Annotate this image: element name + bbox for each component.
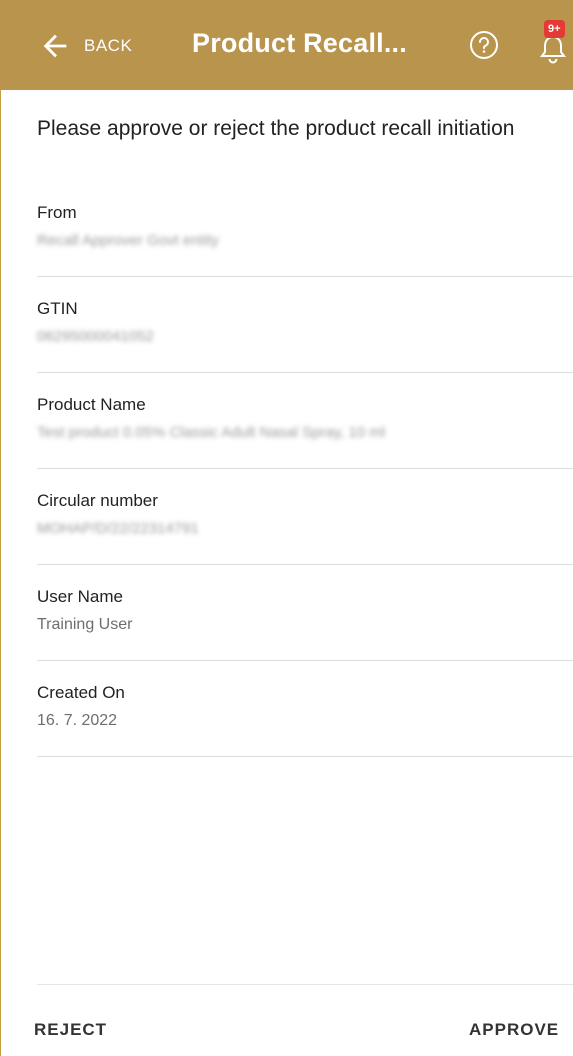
app-bar: BACK Product Recall... 9+ — [0, 0, 573, 90]
divider — [37, 468, 573, 469]
divider — [37, 564, 573, 565]
field-label: Created On — [37, 683, 125, 702]
divider — [37, 372, 573, 373]
back-button[interactable]: BACK — [38, 26, 132, 66]
field-value: Recall Approver Govt entity — [37, 232, 219, 249]
field-value: Training User — [37, 616, 133, 633]
field-value: MOHAP/D/22/22314791 — [37, 520, 199, 537]
field-value: Test product 0.05% Classic Adult Nasal S… — [37, 424, 386, 441]
field-product-name: Product Name Test product 0.05% Classic … — [37, 395, 573, 441]
divider — [37, 660, 573, 661]
field-value: 16. 7. 2022 — [37, 712, 118, 729]
field-label: Product Name — [37, 395, 146, 414]
field-gtin: GTIN 06295000041052 — [37, 299, 573, 345]
arrow-left-icon — [43, 34, 67, 58]
field-label: From — [37, 203, 77, 222]
reject-button[interactable]: REJECT — [34, 1020, 107, 1040]
field-value: 06295000041052 — [37, 328, 154, 345]
instruction-text: Please approve or reject the product rec… — [37, 117, 515, 140]
field-label: Circular number — [37, 491, 158, 510]
page-title: Product Recall... — [192, 28, 407, 58]
notifications-button[interactable]: 9+ — [536, 20, 573, 64]
field-label: User Name — [37, 587, 123, 606]
field-circular-number: Circular number MOHAP/D/22/22314791 — [37, 491, 573, 537]
back-label: BACK — [84, 36, 133, 55]
help-icon — [470, 31, 498, 59]
bell-icon — [540, 35, 566, 64]
divider — [37, 756, 573, 757]
field-user-name: User Name Training User — [37, 587, 573, 634]
frame-border — [0, 0, 1, 1056]
field-label: GTIN — [37, 299, 78, 318]
field-from: From Recall Approver Govt entity — [37, 203, 573, 249]
divider — [37, 276, 573, 277]
field-created-on: Created On 16. 7. 2022 — [37, 683, 573, 730]
footer-divider — [37, 984, 573, 985]
help-button[interactable] — [469, 30, 499, 60]
approve-button[interactable]: APPROVE — [469, 1020, 559, 1040]
notification-badge: 9+ — [544, 20, 565, 38]
